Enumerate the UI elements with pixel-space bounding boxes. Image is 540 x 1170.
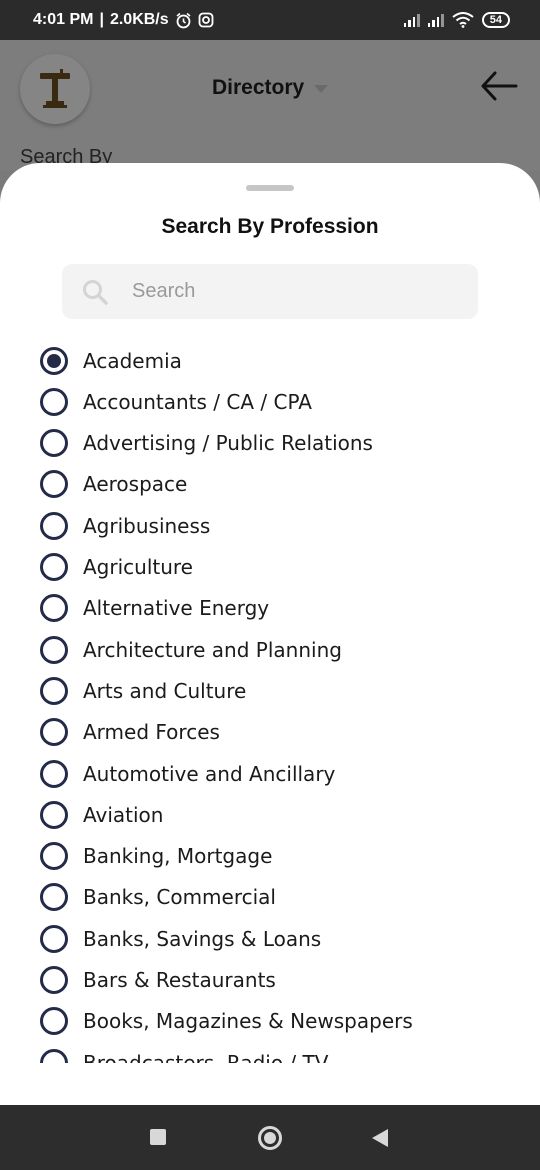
profession-label: Banks, Savings & Loans [83, 926, 322, 951]
search-icon [83, 279, 108, 305]
profession-label: Broadcasters, Radio / TV [83, 1050, 329, 1063]
profession-label: Aerospace [83, 472, 188, 497]
status-separator: | [99, 11, 104, 28]
radio-unchecked-icon[interactable] [40, 594, 68, 623]
profession-label: Aviation [83, 802, 164, 827]
directory-dropdown[interactable]: Directory [212, 76, 329, 100]
status-speed: 2.0KB/s [109, 11, 169, 28]
radio-unchecked-icon[interactable] [40, 966, 68, 994]
pillar-logo-graphic [40, 69, 70, 108]
page-title: Directory [212, 76, 305, 99]
profession-label: Accountants / CA / CPA [83, 389, 312, 414]
sheet-title: Search By Profession [161, 215, 379, 238]
radio-unchecked-icon[interactable] [40, 1007, 68, 1036]
alarm-clock-icon [176, 12, 191, 28]
profession-option[interactable]: Broadcasters, Radio / TV [40, 1042, 328, 1063]
profession-label: Bars & Restaurants [83, 968, 276, 992]
profession-label: Academia [83, 348, 182, 373]
search-box[interactable] [62, 264, 478, 319]
profession-option[interactable]: Architecture and Planning [40, 629, 342, 670]
status-left: 4:01 PM | 2.0KB/s [33, 11, 214, 29]
radio-unchecked-icon[interactable] [40, 924, 68, 953]
profession-label: Architecture and Planning [83, 637, 342, 662]
search-input[interactable] [132, 280, 432, 303]
profession-label: Advertising / Public Relations [83, 431, 373, 456]
profession-option[interactable]: Automotive and Ancillary [40, 753, 335, 794]
radio-unchecked-icon[interactable] [40, 387, 68, 416]
profession-option[interactable]: Banks, Savings & Loans [40, 918, 321, 959]
radio-unchecked-icon[interactable] [40, 759, 68, 788]
app-header: Directory Search By [0, 40, 540, 170]
profession-option[interactable]: Banking, Mortgage [40, 836, 272, 877]
profession-option[interactable]: Books, Magazines & Newspapers [40, 1001, 413, 1042]
profession-label: Automotive and Ancillary [83, 761, 336, 786]
radio-unchecked-icon[interactable] [40, 635, 68, 664]
profession-option[interactable]: Accountants / CA / CPA [40, 381, 312, 422]
nav-back-button[interactable] [372, 1129, 388, 1147]
profession-option[interactable]: Academia [40, 340, 182, 381]
profession-option[interactable]: Advertising / Public Relations [40, 423, 373, 464]
profession-label: Alternative Energy [83, 596, 270, 621]
profession-option[interactable]: Alternative Energy [40, 588, 269, 629]
drag-handle[interactable] [246, 185, 294, 191]
signal-icon-2 [427, 13, 444, 27]
radio-unchecked-icon[interactable] [40, 470, 68, 499]
profession-option[interactable]: Arts and Culture [40, 670, 246, 711]
profession-label: Agribusiness [83, 513, 211, 538]
recent-apps-button[interactable] [150, 1129, 166, 1145]
signal-icon [403, 13, 420, 27]
radio-unchecked-icon[interactable] [40, 842, 68, 871]
back-arrow-icon[interactable] [480, 70, 518, 102]
profession-label: Books, Magazines & Newspapers [83, 1009, 413, 1034]
radio-unchecked-icon[interactable] [40, 1048, 68, 1063]
pillar-logo-icon[interactable] [20, 54, 90, 124]
status-time: 4:01 PM [33, 11, 94, 28]
profession-option[interactable]: Armed Forces [40, 712, 220, 753]
radio-unchecked-icon[interactable] [40, 553, 68, 581]
wifi-icon [452, 12, 474, 28]
radio-unchecked-icon[interactable] [40, 718, 68, 747]
profession-option[interactable]: Bars & Restaurants [40, 960, 276, 1001]
navigation-bar [0, 1105, 540, 1170]
profession-bottom-sheet: Search By Profession Academia Accountants… [0, 163, 540, 1105]
profession-label: Agriculture [83, 555, 193, 579]
instagram-icon [198, 12, 214, 28]
profession-label: Arts and Culture [83, 678, 247, 703]
profession-option[interactable]: Agriculture [40, 547, 193, 588]
radio-unchecked-icon[interactable] [40, 429, 68, 458]
radio-checked-icon[interactable] [40, 346, 68, 375]
radio-unchecked-icon[interactable] [40, 511, 68, 540]
status-right: 54 [403, 12, 510, 28]
status-bar: 4:01 PM | 2.0KB/s 54 [0, 0, 540, 40]
profession-option[interactable]: Aviation [40, 794, 163, 835]
profession-label: Banks, Commercial [83, 885, 276, 910]
battery-indicator: 54 [481, 12, 510, 28]
radio-unchecked-icon[interactable] [40, 676, 68, 705]
profession-label: Banking, Mortgage [83, 844, 273, 869]
profession-option[interactable]: Banks, Commercial [40, 877, 276, 918]
profession-label: Armed Forces [83, 720, 220, 745]
profession-option[interactable]: Agribusiness [40, 505, 210, 546]
radio-unchecked-icon[interactable] [40, 800, 68, 829]
radio-unchecked-icon[interactable] [40, 883, 68, 912]
home-button[interactable] [258, 1126, 282, 1150]
profession-option[interactable]: Aerospace [40, 464, 187, 505]
profession-list: Academia Accountants / CA / CPA Advertisin… [0, 340, 540, 1063]
chevron-down-icon [314, 85, 329, 93]
